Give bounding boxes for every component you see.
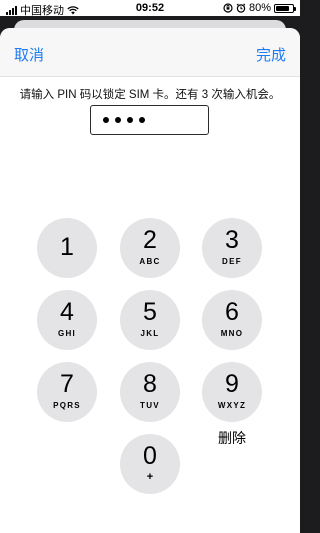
key-digit: 9 bbox=[225, 370, 239, 398]
alarm-icon bbox=[236, 3, 246, 13]
keypad-key-5[interactable]: 5 JKL bbox=[120, 290, 180, 350]
key-digit: 3 bbox=[225, 226, 239, 254]
keypad-key-9[interactable]: 9 WXYZ bbox=[202, 362, 262, 422]
pin-prompt: 请输入 PIN 码以锁定 SIM 卡。还有 3 次输入机会。 bbox=[19, 89, 281, 101]
key-digit: 5 bbox=[143, 298, 157, 326]
keypad-key-7[interactable]: 7 PQRS bbox=[37, 362, 97, 422]
done-button[interactable]: 完成 bbox=[256, 44, 286, 65]
orientation-lock-icon bbox=[223, 3, 233, 13]
key-digit: 4 bbox=[60, 298, 74, 326]
key-letters: MNO bbox=[220, 329, 244, 338]
keypad-key-8[interactable]: 8 TUV bbox=[120, 362, 180, 422]
battery-percent: 80% bbox=[248, 2, 271, 14]
key-letters: GHI bbox=[57, 329, 77, 338]
delete-button[interactable]: 删除 bbox=[208, 428, 256, 448]
keypad-key-4[interactable]: 4 GHI bbox=[37, 290, 97, 350]
key-letters: DEF bbox=[222, 257, 242, 266]
pin-dot bbox=[127, 117, 133, 123]
pin-dot bbox=[139, 117, 145, 123]
keypad-key-6[interactable]: 6 MNO bbox=[202, 290, 262, 350]
key-letters: WXYZ bbox=[217, 401, 247, 410]
battery-level bbox=[276, 5, 289, 11]
pin-dot bbox=[115, 117, 121, 123]
key-digit: 8 bbox=[143, 370, 157, 398]
key-letters: ABC bbox=[139, 257, 161, 266]
keypad-key-3[interactable]: 3 DEF bbox=[202, 218, 262, 278]
keypad-key-2[interactable]: 2 ABC bbox=[120, 218, 180, 278]
key-digit: 1 bbox=[60, 233, 74, 261]
key-letters: TUV bbox=[140, 401, 160, 410]
status-right: 80% bbox=[223, 2, 296, 14]
keypad-key-1[interactable]: 1 bbox=[37, 218, 97, 278]
key-digit: 7 bbox=[60, 370, 74, 398]
key-letters: PQRS bbox=[53, 401, 81, 410]
keypad-key-0[interactable]: 0 + bbox=[120, 434, 180, 494]
nav-bar: 取消 完成 bbox=[0, 28, 300, 77]
pin-input[interactable] bbox=[90, 105, 209, 135]
battery-icon bbox=[274, 3, 296, 13]
pin-dot bbox=[103, 117, 109, 123]
key-letters: JKL bbox=[140, 329, 160, 338]
cancel-button[interactable]: 取消 bbox=[14, 44, 44, 65]
status-bar: 中国移动 09:52 80% bbox=[0, 0, 300, 17]
key-letters: + bbox=[146, 471, 154, 483]
key-digit: 6 bbox=[225, 298, 239, 326]
key-digit: 0 bbox=[143, 442, 157, 470]
key-digit: 2 bbox=[143, 226, 157, 254]
